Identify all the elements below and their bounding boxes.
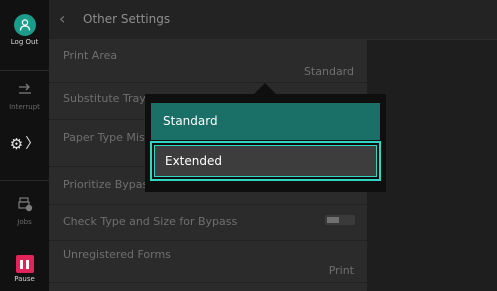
list-item-value: Standard [303, 65, 354, 78]
option-standard[interactable]: Standard [151, 103, 380, 140]
list-item-print-area[interactable]: Print Area Standard [49, 40, 367, 83]
list-item-unregistered-forms[interactable]: Unregistered Forms Print [49, 241, 367, 283]
page-title: Other Settings [83, 12, 171, 26]
pause-button[interactable]: Pause [0, 255, 49, 283]
left-rail: Log Out Interrupt ⚙ 〉 Jobs Pause [0, 0, 49, 291]
rail-divider [0, 70, 49, 71]
back-chevron-icon[interactable]: ‹ [59, 10, 65, 28]
right-pane [367, 40, 497, 291]
jobs-label: Jobs [17, 218, 32, 226]
interrupt-button[interactable]: Interrupt [0, 82, 49, 111]
print-area-popup: Standard Extended [145, 94, 386, 192]
list-item-check-type-size-bypass[interactable]: Check Type and Size for Bypass [49, 205, 367, 241]
header-bar: ‹ Other Settings [49, 0, 497, 40]
user-icon [13, 14, 36, 36]
logout-button[interactable]: Log Out [0, 14, 49, 46]
list-item-label: Print Area [63, 49, 118, 62]
list-item-label: Unregistered Forms [63, 248, 171, 261]
gear-icon: ⚙ [9, 135, 24, 153]
list-item-label: Paper Type Mis [63, 131, 145, 144]
option-label: Extended [165, 154, 222, 168]
interrupt-icon [17, 82, 33, 101]
toggle-knob [327, 217, 339, 223]
logout-label: Log Out [10, 38, 39, 46]
pause-label: Pause [14, 275, 35, 283]
list-item-label: Check Type and Size for Bypass [63, 215, 238, 228]
list-item-value: Print [328, 264, 354, 277]
list-item-label: Prioritize Bypas [63, 178, 149, 191]
jobs-icon [17, 196, 33, 216]
interrupt-label: Interrupt [9, 103, 40, 111]
toggle-switch[interactable] [325, 215, 355, 225]
rail-divider [0, 180, 49, 181]
device-screen: Log Out Interrupt ⚙ 〉 Jobs Pause ‹ Other… [0, 0, 497, 291]
pause-icon [15, 255, 34, 273]
popup-pointer [254, 83, 276, 94]
chevron-right-icon: 〉 [25, 136, 40, 152]
list-item-label: Substitute Tray [63, 92, 146, 105]
list-item-partial[interactable] [49, 283, 367, 291]
device-settings-button[interactable]: ⚙ 〉 [0, 136, 49, 152]
option-label: Standard [163, 114, 218, 128]
jobs-button[interactable]: Jobs [0, 196, 49, 226]
option-extended[interactable]: Extended [150, 141, 381, 181]
